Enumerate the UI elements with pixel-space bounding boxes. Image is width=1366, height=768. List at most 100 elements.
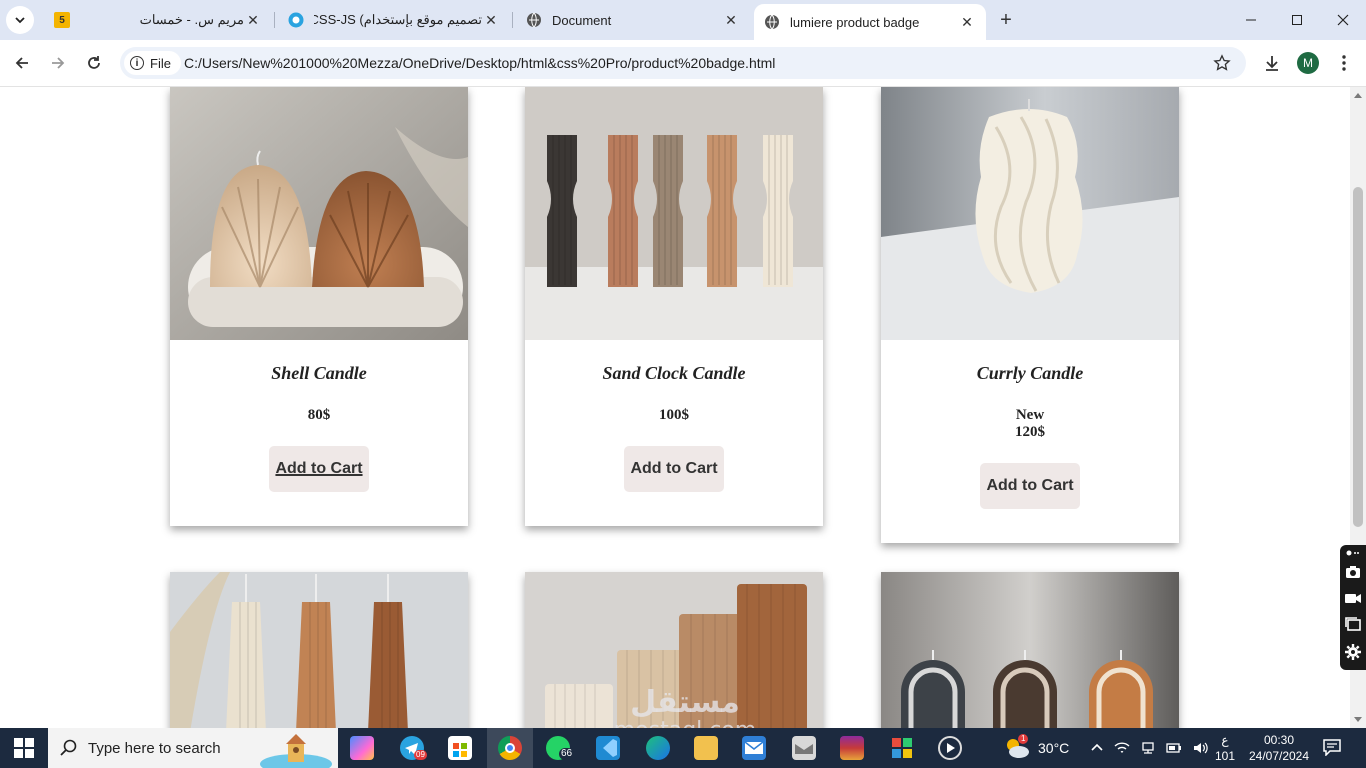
language-bottom: 101 bbox=[1214, 749, 1236, 763]
wifi-icon[interactable] bbox=[1114, 741, 1130, 755]
vscode-icon[interactable] bbox=[596, 736, 620, 760]
product-image-arch-candles bbox=[881, 572, 1179, 728]
language-indicator[interactable]: ع 101 bbox=[1212, 732, 1238, 764]
volume-icon[interactable] bbox=[1192, 741, 1208, 755]
add-to-cart-button[interactable]: Add to Cart bbox=[269, 446, 369, 492]
scrollbar-thumb[interactable] bbox=[1353, 187, 1363, 527]
tab-title: Document bbox=[552, 12, 612, 28]
telegram-badge: 09 bbox=[414, 750, 427, 760]
browser-menu-button[interactable] bbox=[1330, 49, 1358, 77]
capture-toolbar bbox=[1340, 545, 1366, 670]
search-highlight-illustration bbox=[260, 734, 332, 768]
telegram-icon[interactable]: 09 bbox=[400, 736, 427, 760]
system-tray bbox=[1090, 728, 1208, 768]
windows-taskbar: Type here to search 09 66 1 30°C ع 101 0… bbox=[0, 728, 1366, 768]
downloads-button[interactable] bbox=[1258, 49, 1286, 77]
chevron-up-icon[interactable] bbox=[1090, 741, 1104, 755]
reload-button[interactable] bbox=[80, 49, 108, 77]
add-to-cart-button[interactable]: Add to Cart bbox=[980, 463, 1080, 509]
product-image-curly-candle bbox=[881, 87, 1179, 340]
new-tab-button[interactable]: + bbox=[994, 8, 1018, 32]
page-viewport: Shell Candle 80$ Add to Cart Sand Clock … bbox=[0, 87, 1350, 728]
winrar-icon[interactable] bbox=[840, 736, 864, 760]
tab-close-button[interactable]: ✕ bbox=[958, 13, 976, 31]
product-image-shell-candles bbox=[170, 87, 468, 340]
url-text[interactable]: C:/Users/New%201000%20Mezza/OneDrive/Des… bbox=[184, 55, 775, 71]
minimize-button[interactable] bbox=[1228, 0, 1274, 40]
taskbar-clock[interactable]: 00:30 24/07/2024 bbox=[1248, 732, 1310, 764]
weather-widget[interactable]: 1 30°C bbox=[1004, 728, 1069, 768]
bookmark-button[interactable] bbox=[1212, 53, 1232, 73]
edge-icon[interactable] bbox=[646, 736, 670, 760]
maximize-icon bbox=[1292, 15, 1302, 25]
product-card: Sand Clock Candle 100$ Add to Cart bbox=[525, 87, 823, 526]
battery-icon[interactable] bbox=[1166, 741, 1182, 755]
download-icon bbox=[1266, 56, 1278, 71]
product-image-sand-clock-candles bbox=[525, 87, 823, 340]
tab-close-button[interactable]: ✕ bbox=[482, 11, 500, 29]
tab-title: تصميم موقع بإستخدام) CSS-JS - bbox=[314, 12, 482, 27]
watermark-latin: mostaql.com bbox=[590, 719, 780, 729]
tab-khamsat[interactable]: 5 مريم س. - خمسات ✕ bbox=[44, 0, 272, 40]
browser-toolbar: i File C:/Users/New%201000%20Mezza/OneDr… bbox=[0, 40, 1366, 87]
product-card: Currly Candle New 120$ Add to Cart bbox=[881, 87, 1179, 543]
address-bar[interactable]: i File C:/Users/New%201000%20Mezza/OneDr… bbox=[120, 47, 1246, 79]
tab-separator bbox=[512, 12, 513, 28]
notifications-button[interactable] bbox=[1322, 738, 1344, 758]
windows-start-icon[interactable] bbox=[14, 738, 34, 758]
mostaql-icon bbox=[288, 12, 304, 28]
close-window-button[interactable] bbox=[1320, 0, 1366, 40]
chrome-icon[interactable] bbox=[498, 736, 522, 760]
gear-icon[interactable] bbox=[1345, 643, 1361, 661]
tab-document[interactable]: Document ✕ bbox=[516, 0, 750, 40]
add-to-cart-label: Add to Cart bbox=[986, 477, 1074, 494]
maximize-button[interactable] bbox=[1274, 0, 1320, 40]
tab-lumiere-product-badge[interactable]: lumiere product badge ✕ bbox=[754, 4, 986, 40]
media-player-icon[interactable] bbox=[938, 736, 962, 760]
forward-button[interactable] bbox=[44, 49, 72, 77]
camera-icon[interactable] bbox=[1345, 565, 1361, 579]
product-image-taper-candles bbox=[170, 572, 468, 728]
tab-close-button[interactable]: ✕ bbox=[244, 11, 262, 29]
reload-icon bbox=[88, 56, 100, 69]
profile-button[interactable]: M bbox=[1294, 49, 1322, 77]
chip-label: File bbox=[150, 55, 171, 71]
microsoft-store-icon[interactable] bbox=[448, 736, 472, 760]
whatsapp-icon[interactable]: 66 bbox=[546, 736, 575, 760]
close-icon bbox=[1337, 14, 1349, 26]
mail-icon[interactable] bbox=[742, 736, 766, 760]
new-badge: New bbox=[1015, 407, 1045, 423]
info-icon: i bbox=[130, 56, 144, 70]
taskbar-search-box[interactable]: Type here to search bbox=[48, 728, 338, 768]
envelope-icon[interactable] bbox=[792, 736, 816, 760]
weather-temp: 30°C bbox=[1038, 740, 1070, 756]
video-camera-icon[interactable] bbox=[1345, 591, 1361, 605]
tab-mostaql[interactable]: تصميم موقع بإستخدام) CSS-JS - ✕ bbox=[278, 0, 510, 40]
back-button[interactable] bbox=[8, 49, 36, 77]
search-icon bbox=[60, 739, 77, 756]
tab-title: مريم س. - خمسات bbox=[139, 12, 244, 27]
clock-date: 24/07/2024 bbox=[1248, 749, 1310, 763]
add-to-cart-button[interactable]: Add to Cart bbox=[624, 446, 724, 492]
network-icon[interactable] bbox=[1140, 741, 1156, 755]
tab-search-button[interactable] bbox=[6, 6, 34, 34]
tab-title: lumiere product badge bbox=[790, 14, 920, 30]
site-info-chip[interactable]: i File bbox=[124, 51, 181, 75]
globe-icon bbox=[764, 14, 780, 30]
apps-icon[interactable] bbox=[890, 736, 914, 760]
watermark-arabic: مستقل bbox=[630, 685, 740, 720]
watermark: مستقل mostaql.com bbox=[590, 685, 780, 729]
windows-icon[interactable] bbox=[1345, 617, 1361, 631]
language-top: ع bbox=[1221, 733, 1229, 747]
khamsat-icon: 5 bbox=[54, 12, 70, 28]
scroll-up-arrow[interactable] bbox=[1354, 93, 1362, 98]
pin-icon[interactable] bbox=[1345, 548, 1361, 558]
product-price: 80$ bbox=[307, 407, 331, 423]
tab-close-button[interactable]: ✕ bbox=[722, 11, 740, 29]
product-name: Currly Candle bbox=[976, 363, 1084, 383]
copilot-icon[interactable] bbox=[350, 736, 374, 760]
product-card bbox=[170, 572, 468, 728]
file-explorer-icon[interactable] bbox=[694, 736, 718, 760]
scroll-down-arrow[interactable] bbox=[1354, 717, 1362, 722]
product-name: Sand Clock Candle bbox=[602, 363, 746, 383]
